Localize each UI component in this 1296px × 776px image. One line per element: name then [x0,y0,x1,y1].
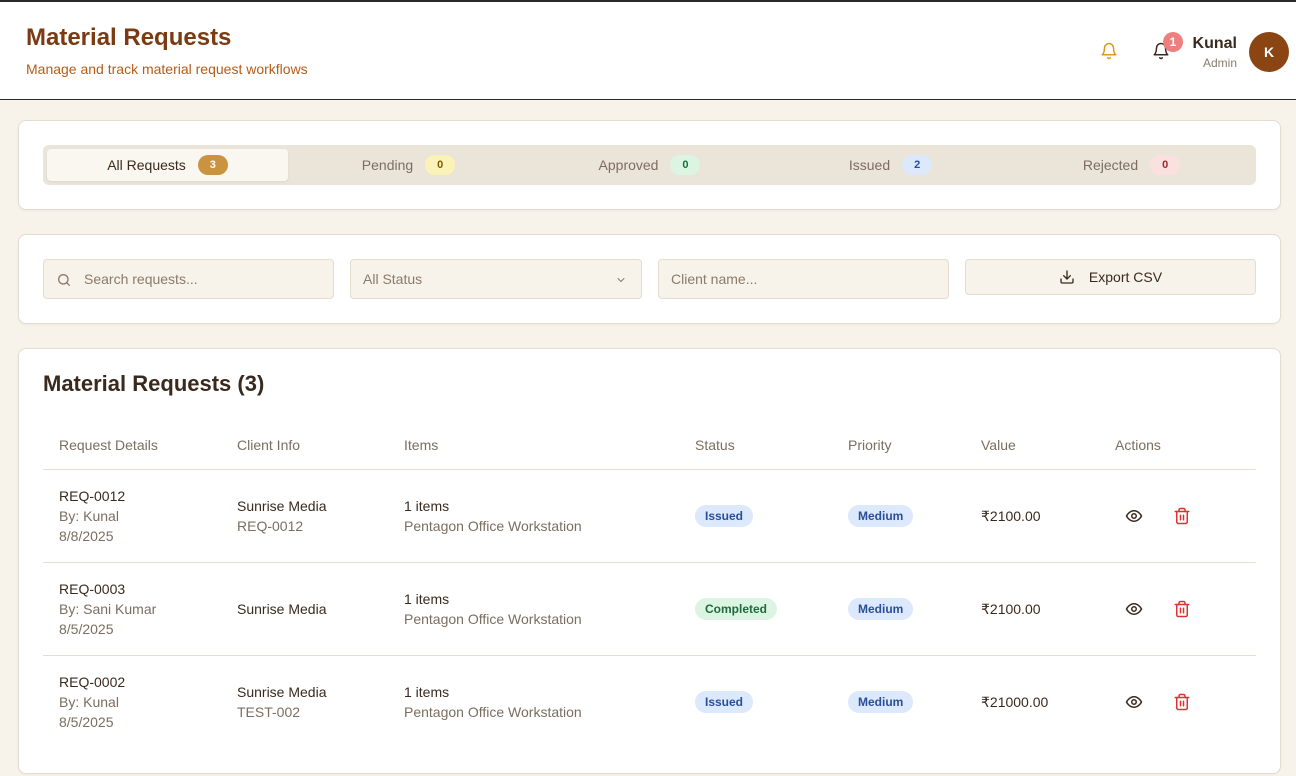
tab-label: Issued [848,157,891,173]
eye-icon[interactable] [1125,600,1143,618]
column-header-request-details: Request Details [59,437,158,453]
user-role: Admin [1202,56,1237,70]
item-name: Pentagon Office Workstation [404,704,582,720]
user-name: Kunal [1192,35,1237,52]
client-field [658,259,949,299]
search-input[interactable] [84,271,333,287]
tab-label: Rejected [1082,157,1139,173]
status-badge: Completed [695,598,778,620]
export-csv-button[interactable]: Export CSV [965,259,1256,295]
status-tabs: All Requests 3 Pending 0 Approved 0 Issu… [43,145,1256,185]
bell-icon[interactable] [1100,42,1118,60]
client-ref: TEST-002 [237,704,301,720]
status-badge: Issued [695,505,754,527]
items-count: 1 items [404,684,450,700]
column-header-actions: Actions [1115,437,1161,453]
eye-icon[interactable] [1125,507,1143,525]
items-count: 1 items [404,498,450,514]
column-header-value: Value [981,437,1016,453]
client-ref: REQ-0012 [237,518,304,534]
request-by: By: Kunal [59,508,119,524]
request-value: ₹2100.00 [981,601,1041,617]
tab-count-badge: 0 [670,155,701,175]
trash-icon[interactable] [1173,600,1191,618]
notification-count-badge: 1 [1163,32,1183,52]
tab-issued[interactable]: Issued 2 [770,149,1011,181]
priority-badge: Medium [848,691,914,713]
eye-icon[interactable] [1125,693,1143,711]
export-csv-label: Export CSV [1088,269,1163,285]
request-value: ₹2100.00 [981,508,1041,524]
request-by: By: Sani Kumar [59,601,157,617]
tab-count-badge: 2 [902,155,933,175]
tab-count-badge: 0 [425,155,456,175]
tab-all-requests[interactable]: All Requests 3 [47,149,288,181]
trash-icon[interactable] [1173,693,1191,711]
status-tabs-card: All Requests 3 Pending 0 Approved 0 Issu… [18,120,1281,210]
request-id: REQ-0002 [59,674,126,690]
tab-label: Pending [361,157,414,173]
request-by: By: Kunal [59,694,119,710]
search-field [43,259,334,299]
search-icon [58,274,70,286]
tab-rejected[interactable]: Rejected 0 [1011,149,1252,181]
column-header-items: Items [404,437,439,453]
request-id: REQ-0003 [59,581,126,597]
download-icon [1060,270,1074,284]
client-name: Sunrise Media [237,601,327,617]
top-bar: Material Requests Manage and track mater… [0,0,1296,100]
tab-count-badge: 0 [1150,155,1181,175]
column-header-priority: Priority [848,437,892,453]
status-select[interactable]: All Status [350,259,642,299]
filters-card: All Status Export CSV [18,234,1281,324]
client-name: Sunrise Media [237,498,327,514]
tab-label: All Requests [107,157,186,173]
request-value: ₹21000.00 [981,694,1049,710]
trash-icon[interactable] [1173,507,1191,525]
request-id: REQ-0012 [59,488,126,504]
status-select-value: All Status [363,271,423,287]
tab-label: Approved [598,157,659,173]
request-date: 8/5/2025 [59,714,114,730]
chevron-down-icon [617,278,625,283]
item-name: Pentagon Office Workstation [404,611,582,627]
requests-table-card: Material Requests (3) Request Details Cl… [18,348,1281,774]
client-name: Sunrise Media [237,684,327,700]
client-name-input[interactable] [671,271,948,287]
avatar[interactable]: K [1249,32,1289,72]
table-row: REQ-0002 By: Kunal 8/5/2025 Sunrise Medi… [43,656,1256,749]
request-date: 8/8/2025 [59,528,114,544]
status-badge: Issued [695,691,754,713]
table-row: REQ-0012 By: Kunal 8/8/2025 Sunrise Medi… [43,470,1256,563]
tab-count-badge: 3 [197,155,228,175]
column-header-client-info: Client Info [237,437,301,453]
request-date: 8/5/2025 [59,621,114,637]
page-title: Material Requests [26,24,232,51]
page-subtitle: Manage and track material request workfl… [26,61,308,77]
tab-approved[interactable]: Approved 0 [529,149,770,181]
items-count: 1 items [404,591,450,607]
item-name: Pentagon Office Workstation [404,518,582,534]
priority-badge: Medium [848,505,914,527]
table-row: REQ-0003 By: Sani Kumar 8/5/2025 Sunrise… [43,563,1256,656]
column-header-status: Status [695,437,735,453]
table-title: Material Requests (3) [43,371,265,396]
tab-pending[interactable]: Pending 0 [288,149,529,181]
priority-badge: Medium [848,598,914,620]
